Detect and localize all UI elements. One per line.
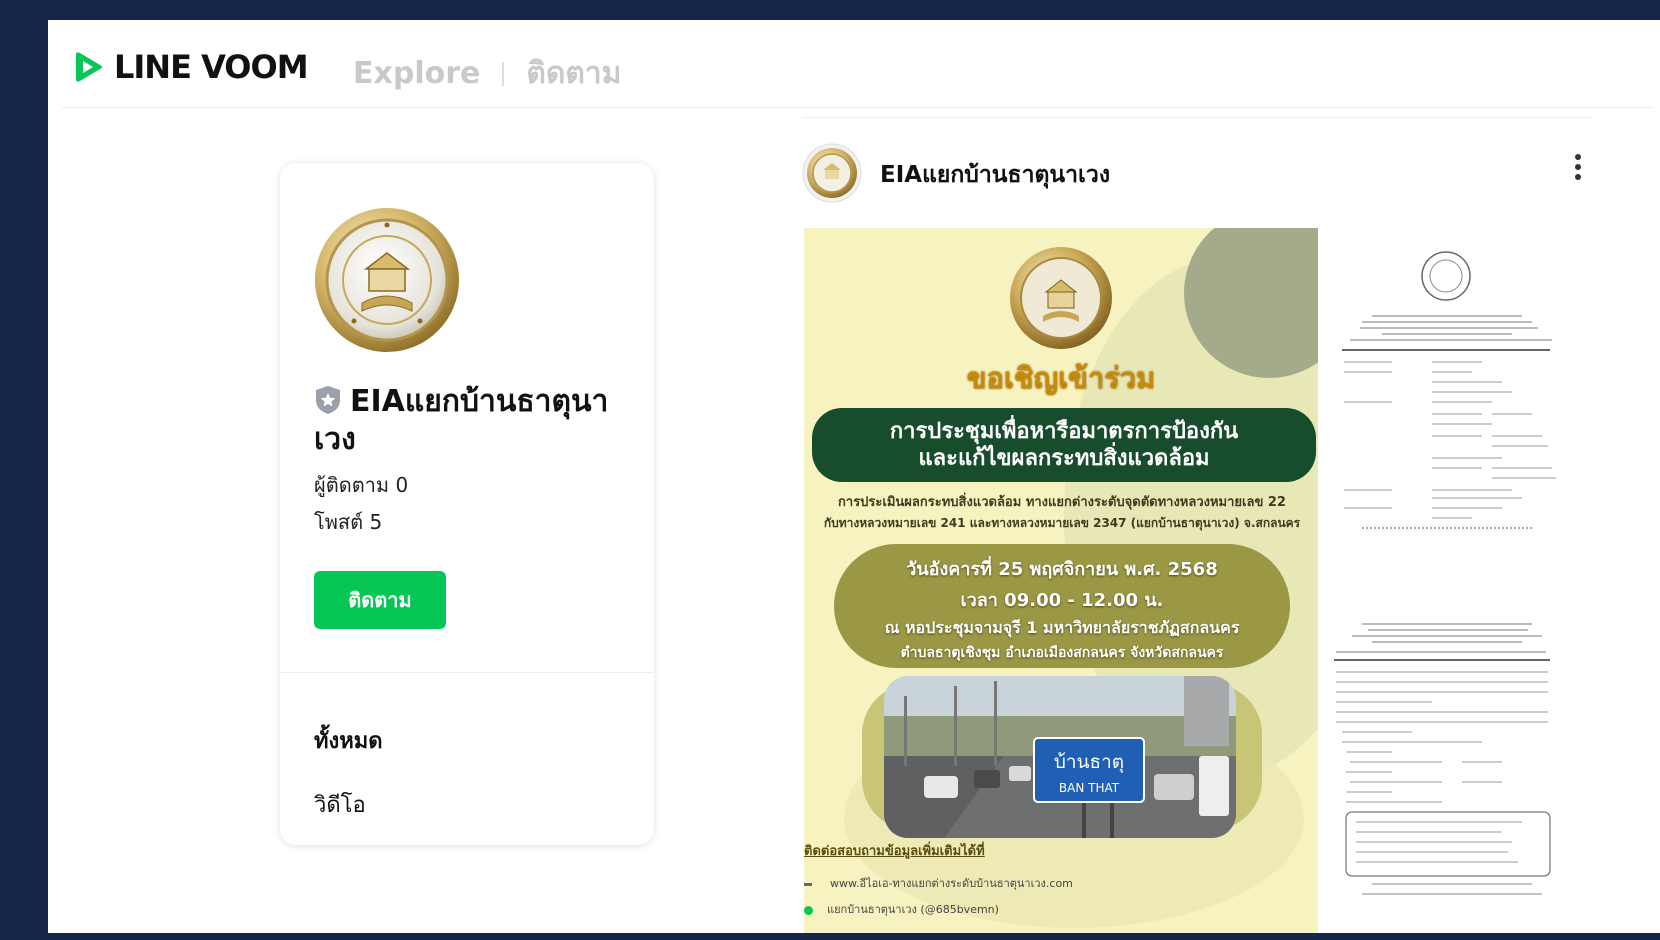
header-nav: Explore ติดตาม	[353, 50, 621, 97]
contact-website: www.อีไอเอ-ทางแยกต่างระดับบ้านธาตุนาเวง.…	[804, 874, 1073, 892]
meeting-date: วันอังคารที่ 25 พฤศจิกายน พ.ศ. 2568	[906, 559, 1218, 580]
desc-line2: กับทางหลวงหมายเลข 241 และทางหลวงหมายเลข …	[823, 516, 1301, 530]
profile-card: EIAแยกบ้านธาตุนาเวง ผู้ติดตาม 0 โพสต์ 5 …	[280, 163, 654, 845]
post-author-avatar[interactable]	[802, 143, 862, 203]
nav-divider	[502, 61, 505, 86]
poster-meeting-title: การประชุมเพื่อหารือมาตรการป้องกัน และแก้…	[812, 408, 1316, 482]
card-divider	[280, 672, 654, 673]
document-pages-image	[1334, 251, 1556, 895]
poster-invite-heading: ขอเชิญเข้าร่วม	[966, 361, 1156, 395]
contact-heading: ติดต่อสอบถามข้อมูลเพิ่มเติมได้ที่	[804, 844, 985, 859]
nav-following[interactable]: ติดตาม	[526, 50, 621, 97]
contact-line-id: แยกบ้านธาตุนาเวง (@685bvemn)	[804, 900, 999, 918]
header-divider	[62, 107, 1652, 108]
department-seal-image	[1010, 247, 1112, 349]
line-voom-logo[interactable]: LINE VOOM	[74, 48, 309, 86]
more-vertical-icon[interactable]	[1570, 151, 1586, 185]
profile-avatar[interactable]	[314, 207, 460, 353]
post-image-poster[interactable]: ขอเชิญเข้าร่วม การประชุมเพื่อหารือมาตรกา…	[804, 228, 1318, 933]
top-header: LINE VOOM Explore ติดตาม	[48, 20, 1660, 108]
tab-all[interactable]: ทั้งหมด	[314, 723, 383, 758]
tab-video[interactable]: วิดีโอ	[314, 787, 366, 822]
meeting-time: เวลา 09.00 - 12.00 น.	[960, 590, 1164, 611]
sign-en-text: BAN THAT	[1059, 781, 1120, 795]
brand-name: LINE VOOM	[114, 48, 309, 86]
sign-thai-text: บ้านธาตุ	[1054, 751, 1124, 774]
meeting-venue: ณ หอประชุมจามจุรี 1 มหาวิทยาลัยราชภัฏสกล…	[884, 618, 1240, 637]
poster-schedule: วันอังคารที่ 25 พฤศจิกายน พ.ศ. 2568 เวลา…	[834, 544, 1290, 668]
posts-count: โพสต์ 5	[314, 510, 383, 534]
line-voom-logo-icon	[76, 52, 102, 82]
post-divider	[802, 117, 1592, 118]
road-photo: บ้านธาตุ BAN THAT	[884, 676, 1236, 838]
post-header: EIAแยกบ้านธาตุนาเวง	[802, 143, 1592, 205]
meeting-title-line1: การประชุมเพื่อหารือมาตรการป้องกัน	[889, 419, 1239, 444]
line-icon	[804, 905, 813, 915]
meeting-title-line2: และแก้ไขผลกระทบสิ่งแวดล้อม	[918, 446, 1210, 471]
poster-description: การประเมินผลกระทบสิ่งแวดล้อม ทางแยกต่างร…	[810, 492, 1314, 534]
post-image-document[interactable]	[1332, 228, 1588, 933]
web-icon	[804, 882, 812, 886]
nav-explore[interactable]: Explore	[353, 56, 480, 91]
follow-button[interactable]: ติดตาม	[314, 571, 446, 629]
desc-line1: การประเมินผลกระทบสิ่งแวดล้อม ทางแยกต่างร…	[838, 495, 1286, 510]
followers-count: ผู้ติดตาม 0	[314, 473, 409, 497]
meeting-address: ตำบลธาตุเชิงชุม อำเภอเมืองสกลนคร จังหวัด…	[900, 645, 1224, 661]
profile-name: EIAแยกบ้านธาตุนาเวง	[314, 384, 609, 457]
profile-name-row: EIAแยกบ้านธาตุนาเวง	[314, 383, 634, 459]
app-window: LINE VOOM Explore ติดตาม EIAแยกบ้านธาตุน…	[48, 20, 1660, 933]
post-author-name[interactable]: EIAแยกบ้านธาตุนาเวง	[880, 157, 1110, 193]
shield-star-icon	[316, 385, 340, 414]
